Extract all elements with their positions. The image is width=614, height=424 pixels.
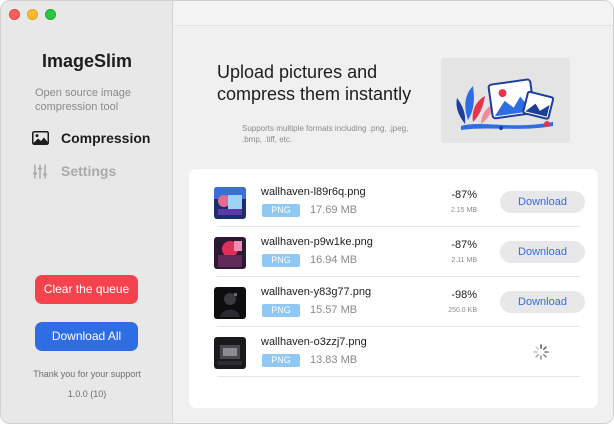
nav-item-label: Compression bbox=[61, 130, 151, 146]
file-thumbnail bbox=[214, 337, 246, 369]
app-subtitle: Open source image compression tool bbox=[35, 87, 131, 113]
compression-ratio: -98% bbox=[451, 289, 477, 301]
file-row: wallhaven-o3zzj7.png PNG 13.83 MB bbox=[189, 327, 598, 377]
title-bar bbox=[174, 1, 613, 26]
nav-item-label: Settings bbox=[61, 163, 117, 179]
compression-ratio: -87% bbox=[451, 239, 477, 251]
file-thumbnail bbox=[214, 237, 246, 269]
compression-ratio: -87% bbox=[451, 189, 477, 201]
loading-spinner-icon bbox=[532, 343, 550, 361]
file-list[interactable]: wallhaven-l89r6q.png PNG 17.69 MB -87% 2… bbox=[189, 169, 598, 408]
download-button[interactable]: Download bbox=[500, 191, 585, 213]
original-size: 13.83 MB bbox=[310, 354, 358, 366]
window-controls bbox=[9, 9, 56, 20]
zoom-window-button[interactable] bbox=[45, 9, 56, 20]
supported-formats-text: Supports multiple formats including .png… bbox=[242, 124, 409, 144]
original-size: 16.94 MB bbox=[310, 254, 358, 266]
download-button[interactable]: Download bbox=[500, 241, 585, 263]
download-all-button[interactable]: Download All bbox=[35, 322, 138, 351]
file-name: wallhaven-o3zzj7.png bbox=[261, 336, 367, 348]
file-row: wallhaven-p9w1ke.png PNG 16.94 MB -87% 2… bbox=[189, 227, 598, 277]
compressed-size: 2.15 MB bbox=[450, 207, 477, 214]
compressed-size: 2.11 MB bbox=[451, 257, 477, 264]
file-name: wallhaven-y83g77.png bbox=[261, 286, 372, 298]
version-text: 1.0.0 (10) bbox=[67, 389, 107, 399]
photo-icon bbox=[31, 130, 49, 146]
original-size: 17.69 MB bbox=[310, 204, 358, 216]
file-name: wallhaven-p9w1ke.png bbox=[261, 236, 373, 248]
file-format-badge: PNG bbox=[262, 354, 300, 367]
app-window: ImageSlim Open source image compression … bbox=[0, 0, 614, 424]
sliders-icon bbox=[31, 163, 49, 179]
main-content: Upload pictures and compress them instan… bbox=[174, 1, 613, 423]
file-format-badge: PNG bbox=[262, 204, 300, 217]
nav-item-settings[interactable]: Settings bbox=[31, 161, 116, 181]
file-row: wallhaven-l89r6q.png PNG 17.69 MB -87% 2… bbox=[189, 177, 598, 227]
original-size: 15.57 MB bbox=[310, 304, 358, 316]
file-name: wallhaven-l89r6q.png bbox=[261, 186, 366, 198]
file-row: wallhaven-y83g77.png PNG 15.57 MB -98% 2… bbox=[189, 277, 598, 327]
row-divider bbox=[217, 376, 580, 377]
nav-item-compression[interactable]: Compression bbox=[31, 128, 150, 148]
clear-queue-button[interactable]: Clear the queue bbox=[35, 275, 138, 304]
close-window-button[interactable] bbox=[9, 9, 20, 20]
compressed-size: 250.0 KB bbox=[448, 307, 477, 314]
download-button[interactable]: Download bbox=[500, 291, 585, 313]
support-thanks-text: Thank you for your support bbox=[33, 369, 141, 379]
upload-headline: Upload pictures and compress them instan… bbox=[217, 62, 412, 104]
sidebar: ImageSlim Open source image compression … bbox=[1, 1, 173, 423]
minimize-window-button[interactable] bbox=[27, 9, 38, 20]
file-format-badge: PNG bbox=[262, 254, 300, 267]
upload-illustration bbox=[456, 78, 555, 130]
file-thumbnail bbox=[214, 187, 246, 219]
upload-drop-zone[interactable] bbox=[441, 58, 570, 143]
app-title: ImageSlim bbox=[41, 51, 133, 71]
file-format-badge: PNG bbox=[262, 304, 300, 317]
file-thumbnail bbox=[214, 287, 246, 319]
